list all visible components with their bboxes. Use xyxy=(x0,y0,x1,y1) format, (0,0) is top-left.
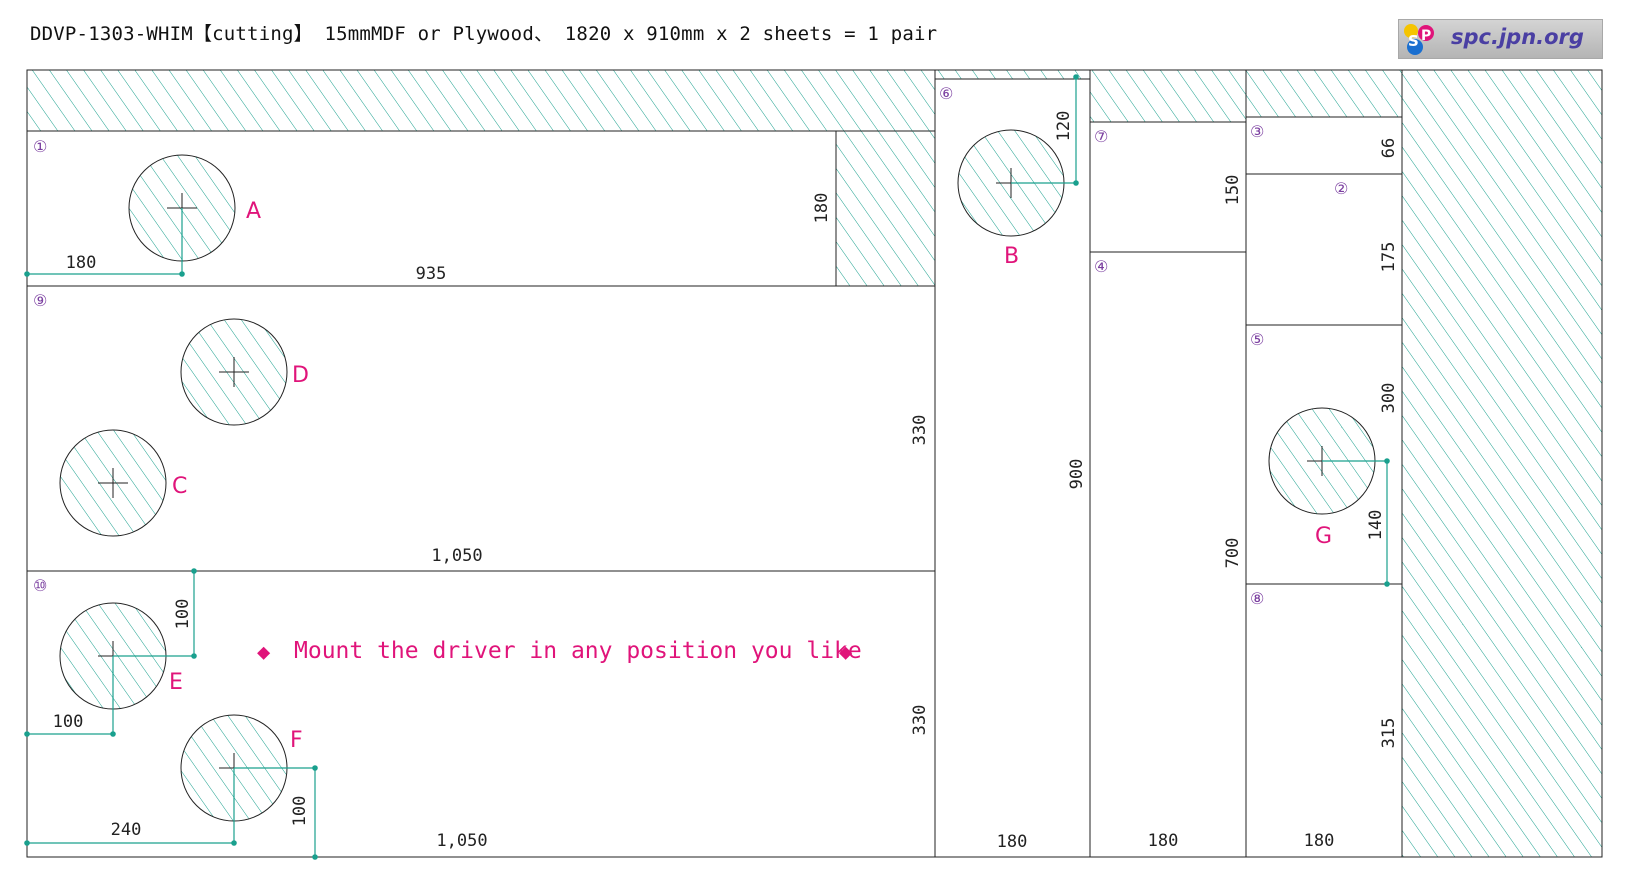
piece-6-number: ⑥ xyxy=(939,84,953,103)
dim-p10-height: 330 xyxy=(910,705,930,736)
dim-p5-height: 300 xyxy=(1379,383,1399,414)
piece-1-number: ① xyxy=(33,137,47,156)
cutting-diagram: ① ② ③ ④ ⑤ ⑥ ⑦ ⑧ ⑨ ⑩ A B C D E F G 180 93… xyxy=(24,69,1603,860)
hole-d xyxy=(180,318,288,426)
dim-p6-width: 180 xyxy=(997,832,1028,852)
dim-p6-hole-offset: 120 xyxy=(1054,111,1074,142)
dim-p10-hole-f-y: 100 xyxy=(290,796,310,827)
hole-a-label: A xyxy=(246,199,261,224)
dim-p1-length: 935 xyxy=(416,264,447,284)
piece-5-number: ⑤ xyxy=(1250,330,1264,349)
piece-4-number: ④ xyxy=(1094,257,1108,276)
piece-9-number: ⑨ xyxy=(33,291,47,310)
waste-top-strip xyxy=(26,69,936,132)
dim-p4-height: 700 xyxy=(1223,538,1243,569)
hole-f-label: F xyxy=(290,728,303,753)
dim-p8-height: 315 xyxy=(1379,718,1399,749)
dim-p4-width: 180 xyxy=(1148,831,1179,851)
dim-p9-length: 1,050 xyxy=(431,546,482,566)
waste-top-col8 xyxy=(1245,69,1403,118)
hole-d-label: D xyxy=(292,363,309,388)
hole-e-label: E xyxy=(169,670,183,695)
dim-p6-height: 900 xyxy=(1067,459,1087,490)
dim-p10-hole-e-y: 100 xyxy=(173,599,193,630)
dim-p10-hole-e-x: 100 xyxy=(53,712,84,732)
dim-p10-length: 1,050 xyxy=(436,831,487,851)
note-marker-left: ◆ xyxy=(257,640,271,665)
dim-p1-hole-offset: 180 xyxy=(66,253,97,273)
dim-p2-height: 175 xyxy=(1379,242,1399,273)
dim-p9-height: 330 xyxy=(910,415,930,446)
hole-c xyxy=(59,429,167,537)
hole-b-label: B xyxy=(1004,244,1019,269)
piece-10-number: ⑩ xyxy=(33,576,47,595)
piece-10 xyxy=(26,570,936,858)
dim-p8-width: 180 xyxy=(1304,831,1335,851)
waste-right-strip xyxy=(1401,69,1603,858)
mount-note: Mount the driver in any position you lik… xyxy=(294,638,862,664)
note-marker-right: ◆ xyxy=(839,640,853,665)
piece-3-number: ③ xyxy=(1250,122,1264,141)
piece-7-number: ⑦ xyxy=(1094,127,1108,146)
dim-p5-hole-offset: 140 xyxy=(1366,510,1386,541)
dim-p10-hole-f-x: 240 xyxy=(111,820,142,840)
waste-piece1-end xyxy=(835,130,936,287)
piece-2-number: ② xyxy=(1334,179,1348,198)
dim-p1-height: 180 xyxy=(812,193,832,224)
piece-9 xyxy=(26,285,936,572)
piece-8-number: ⑧ xyxy=(1250,589,1264,608)
dim-p7-height: 150 xyxy=(1223,175,1243,206)
dim-p3-height: 66 xyxy=(1379,138,1399,158)
hole-c-label: C xyxy=(172,474,187,499)
hole-g-label: G xyxy=(1315,524,1332,549)
waste-top-col7 xyxy=(1089,69,1247,123)
waste-top-col6 xyxy=(934,69,1091,80)
